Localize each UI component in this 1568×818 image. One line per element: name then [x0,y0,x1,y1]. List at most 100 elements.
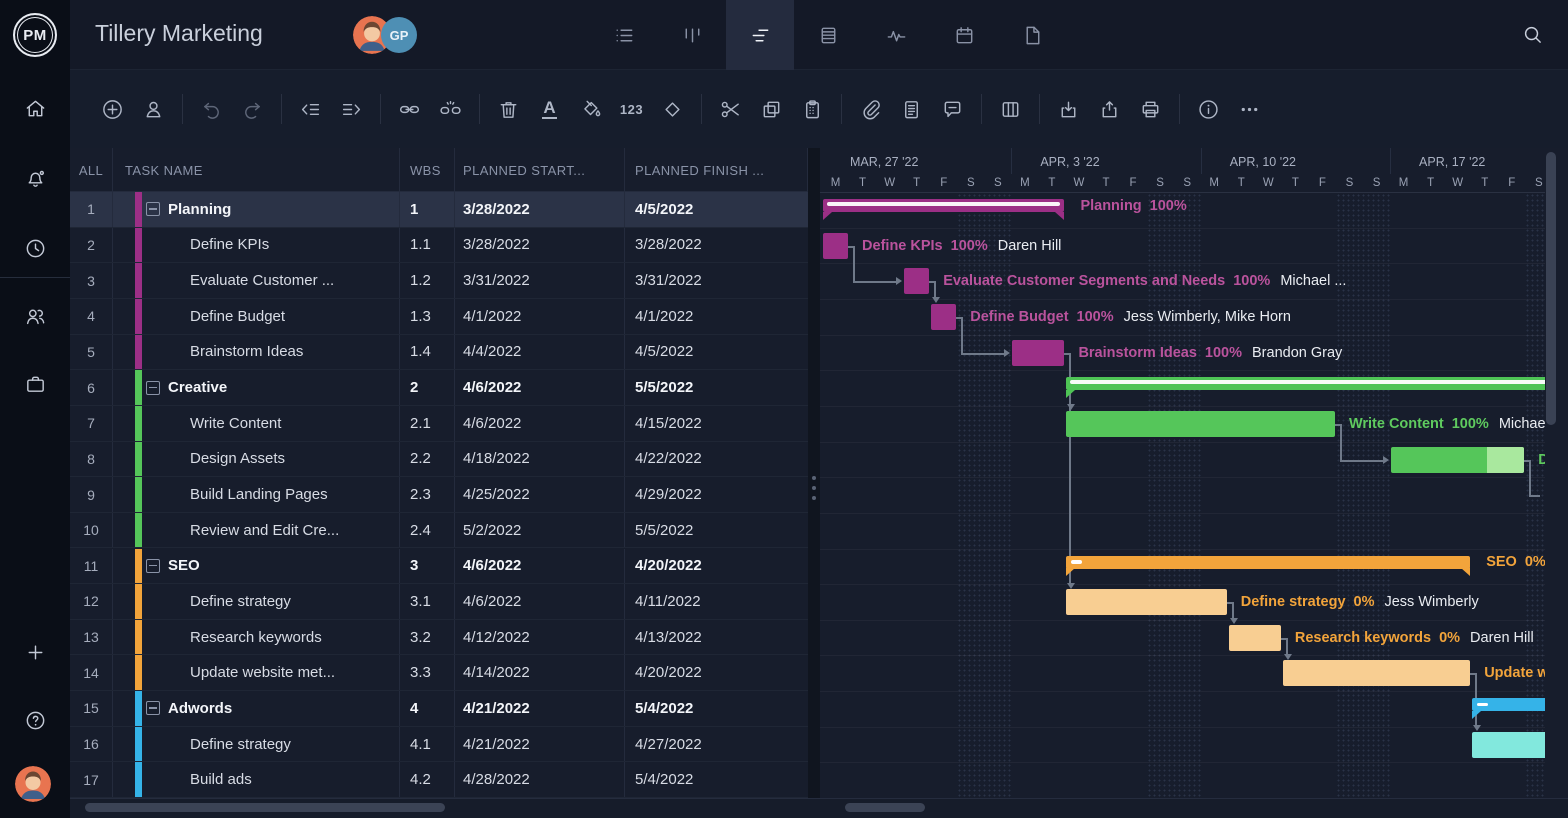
team-icon[interactable] [15,296,55,336]
task-name-cell[interactable]: Review and Edit Cre... [113,513,400,548]
link-button[interactable] [389,89,430,129]
column-header-task-name[interactable]: TASK NAME [113,148,400,192]
gantt-vertical-scrollbar[interactable] [1546,152,1556,425]
table-row[interactable]: 4Define Budget1.34/1/20224/1/2022 [70,299,808,335]
planned-finish-cell[interactable]: 5/5/2022 [625,513,808,548]
task-bar[interactable] [1066,411,1335,437]
table-row[interactable]: 17Build ads4.24/28/20225/4/2022 [70,762,808,798]
notes-button[interactable] [891,89,932,129]
row-number[interactable]: 10 [70,513,113,548]
table-row[interactable]: 10Review and Edit Cre...2.45/2/20225/5/2… [70,513,808,549]
view-tab-board[interactable] [658,0,726,70]
undo-button[interactable] [191,89,232,129]
task-name-cell[interactable]: Define strategy [113,727,400,762]
project-members[interactable]: GP [353,16,417,54]
task-name-cell[interactable]: Research keywords [113,620,400,655]
delete-button[interactable] [488,89,529,129]
info-button[interactable] [1188,89,1229,129]
row-number[interactable]: 15 [70,691,113,726]
planned-finish-cell[interactable]: 5/4/2022 [625,691,808,726]
task-bar[interactable] [1391,447,1524,473]
row-number[interactable]: 17 [70,762,113,797]
table-row[interactable]: 6Creative24/6/20225/5/2022 [70,370,808,406]
task-name-cell[interactable]: Design Assets [113,442,400,477]
more-button[interactable] [1229,89,1270,129]
row-number[interactable]: 16 [70,727,113,762]
planned-start-cell[interactable]: 4/6/2022 [455,584,625,619]
wbs-cell[interactable]: 4.1 [400,727,455,762]
wbs-cell[interactable]: 2 [400,370,455,405]
planned-finish-cell[interactable]: 3/28/2022 [625,228,808,263]
copy-button[interactable] [751,89,792,129]
panel-resize-divider[interactable] [808,148,820,798]
summary-bar[interactable] [1066,556,1470,569]
planned-start-cell[interactable]: 3/28/2022 [455,228,625,263]
task-name-cell[interactable]: Evaluate Customer ... [113,263,400,298]
row-number[interactable]: 7 [70,406,113,441]
row-number[interactable]: 1 [70,192,113,227]
collapse-icon[interactable] [146,701,160,715]
import-button[interactable] [1048,89,1089,129]
task-bar[interactable] [904,268,929,294]
task-bar[interactable] [1472,732,1545,758]
wbs-cell[interactable]: 4 [400,691,455,726]
table-row[interactable]: 15Adwords44/21/20225/4/2022 [70,691,808,727]
paste-button[interactable] [792,89,833,129]
planned-finish-cell[interactable]: 4/20/2022 [625,655,808,690]
wbs-cell[interactable]: 2.2 [400,442,455,477]
export-button[interactable] [1089,89,1130,129]
task-name-cell[interactable]: Define Budget [113,299,400,334]
column-header-planned-start-[interactable]: PLANNED START... [455,148,625,192]
row-number[interactable]: 8 [70,442,113,477]
summary-bar[interactable] [823,199,1064,212]
table-row[interactable]: 12Define strategy3.14/6/20224/11/2022 [70,584,808,620]
planned-start-cell[interactable]: 4/28/2022 [455,762,625,797]
planned-finish-cell[interactable]: 4/15/2022 [625,406,808,441]
planned-finish-cell[interactable]: 5/5/2022 [625,370,808,405]
planned-start-cell[interactable]: 4/6/2022 [455,549,625,584]
table-row[interactable]: 9Build Landing Pages2.34/25/20224/29/202… [70,477,808,513]
collapse-icon[interactable] [146,202,160,216]
collapse-icon[interactable] [146,559,160,573]
planned-finish-cell[interactable]: 4/1/2022 [625,299,808,334]
wbs-cell[interactable]: 4.2 [400,762,455,797]
wbs-cell[interactable]: 2.4 [400,513,455,548]
table-row[interactable]: 16Define strategy4.14/21/20224/27/2022 [70,727,808,763]
unlink-button[interactable] [430,89,471,129]
task-name-cell[interactable]: Define KPIs [113,228,400,263]
wbs-cell[interactable]: 1 [400,192,455,227]
row-number[interactable]: 2 [70,228,113,263]
font-color-button[interactable]: A [529,89,570,129]
wbs-cell[interactable]: 1.3 [400,299,455,334]
table-row[interactable]: 13Research keywords3.24/12/20224/13/2022 [70,620,808,656]
planned-start-cell[interactable]: 4/6/2022 [455,370,625,405]
view-tab-activity[interactable] [862,0,930,70]
profile-avatar[interactable] [15,766,51,802]
task-name-cell[interactable]: Write Content [113,406,400,441]
planned-start-cell[interactable]: 5/2/2022 [455,513,625,548]
planned-start-cell[interactable]: 4/14/2022 [455,655,625,690]
attachment-button[interactable] [850,89,891,129]
search-icon[interactable] [1521,23,1544,46]
wbs-cell[interactable]: 2.1 [400,406,455,441]
help-icon[interactable] [15,700,55,740]
column-header-wbs[interactable]: WBS [400,148,455,192]
planned-start-cell[interactable]: 4/21/2022 [455,727,625,762]
planned-start-cell[interactable]: 4/12/2022 [455,620,625,655]
table-row[interactable]: 2Define KPIs1.13/28/20223/28/2022 [70,228,808,264]
add-task-button[interactable] [92,89,133,129]
portfolio-icon[interactable] [15,364,55,404]
planned-start-cell[interactable]: 4/4/2022 [455,335,625,370]
task-bar[interactable] [1283,660,1470,686]
task-name-cell[interactable]: Build Landing Pages [113,477,400,512]
wbs-cell[interactable]: 3 [400,549,455,584]
table-row[interactable]: 1Planning13/28/20224/5/2022 [70,192,808,228]
column-header-planned-finish-[interactable]: PLANNED FINISH ... [625,148,808,192]
task-name-cell[interactable]: SEO [113,549,400,584]
planned-finish-cell[interactable]: 4/27/2022 [625,727,808,762]
wbs-cell[interactable]: 3.3 [400,655,455,690]
task-name-cell[interactable]: Update website met... [113,655,400,690]
planned-finish-cell[interactable]: 4/5/2022 [625,335,808,370]
table-horizontal-scrollbar[interactable] [85,803,445,812]
planned-finish-cell[interactable]: 4/11/2022 [625,584,808,619]
